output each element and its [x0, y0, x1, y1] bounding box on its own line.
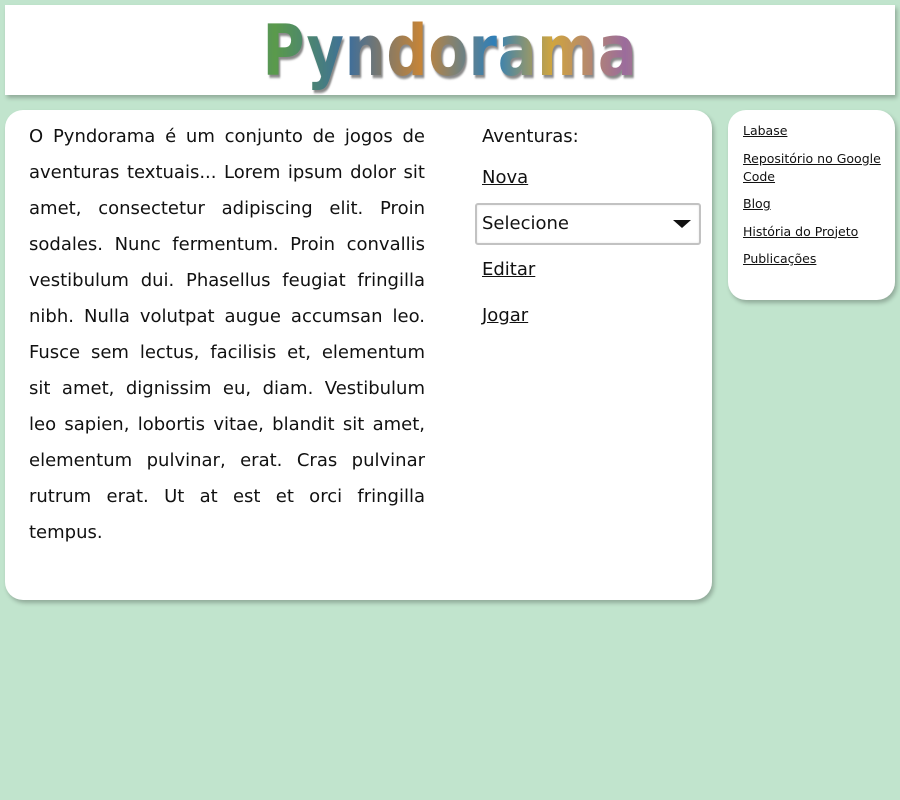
sidebar-item-blog: Blog — [743, 195, 891, 213]
project-history-link[interactable]: História do Projeto — [743, 224, 858, 239]
adventures-title: Aventuras: — [482, 126, 579, 147]
google-code-repository-link[interactable]: Repositório no Google Code — [743, 151, 881, 184]
labase-link[interactable]: Labase — [743, 123, 787, 138]
adventures-box: Aventuras: Nova Selecione Editar Jogar — [475, 119, 701, 339]
sidebar-item-repository: Repositório no Google Code — [743, 150, 891, 186]
sidebar-item-labase: Labase — [743, 122, 891, 140]
main-content-panel: O Pyndorama é um conjunto de jogos de av… — [5, 110, 712, 600]
sidebar-item-history: História do Projeto — [743, 223, 891, 241]
edit-adventure-link[interactable]: Editar — [475, 247, 701, 293]
sidebar-item-publications: Publicações — [743, 250, 891, 268]
sidebar-links: Labase Repositório no Google Code Blog H… — [743, 122, 891, 278]
intro-text: O Pyndorama é um conjunto de jogos de av… — [29, 126, 425, 543]
header-banner: Pyndorama — [5, 5, 895, 95]
publications-link[interactable]: Publicações — [743, 251, 816, 266]
chevron-down-icon — [673, 220, 691, 228]
blog-link[interactable]: Blog — [743, 196, 771, 211]
play-adventure-link[interactable]: Jogar — [475, 293, 701, 339]
new-adventure-link[interactable]: Nova — [475, 155, 701, 201]
sidebar-panel: Labase Repositório no Google Code Blog H… — [728, 110, 895, 300]
site-logo[interactable]: Pyndorama — [85, 11, 815, 91]
adventure-select-value: Selecione — [482, 213, 569, 234]
adventure-select[interactable]: Selecione — [475, 203, 701, 245]
